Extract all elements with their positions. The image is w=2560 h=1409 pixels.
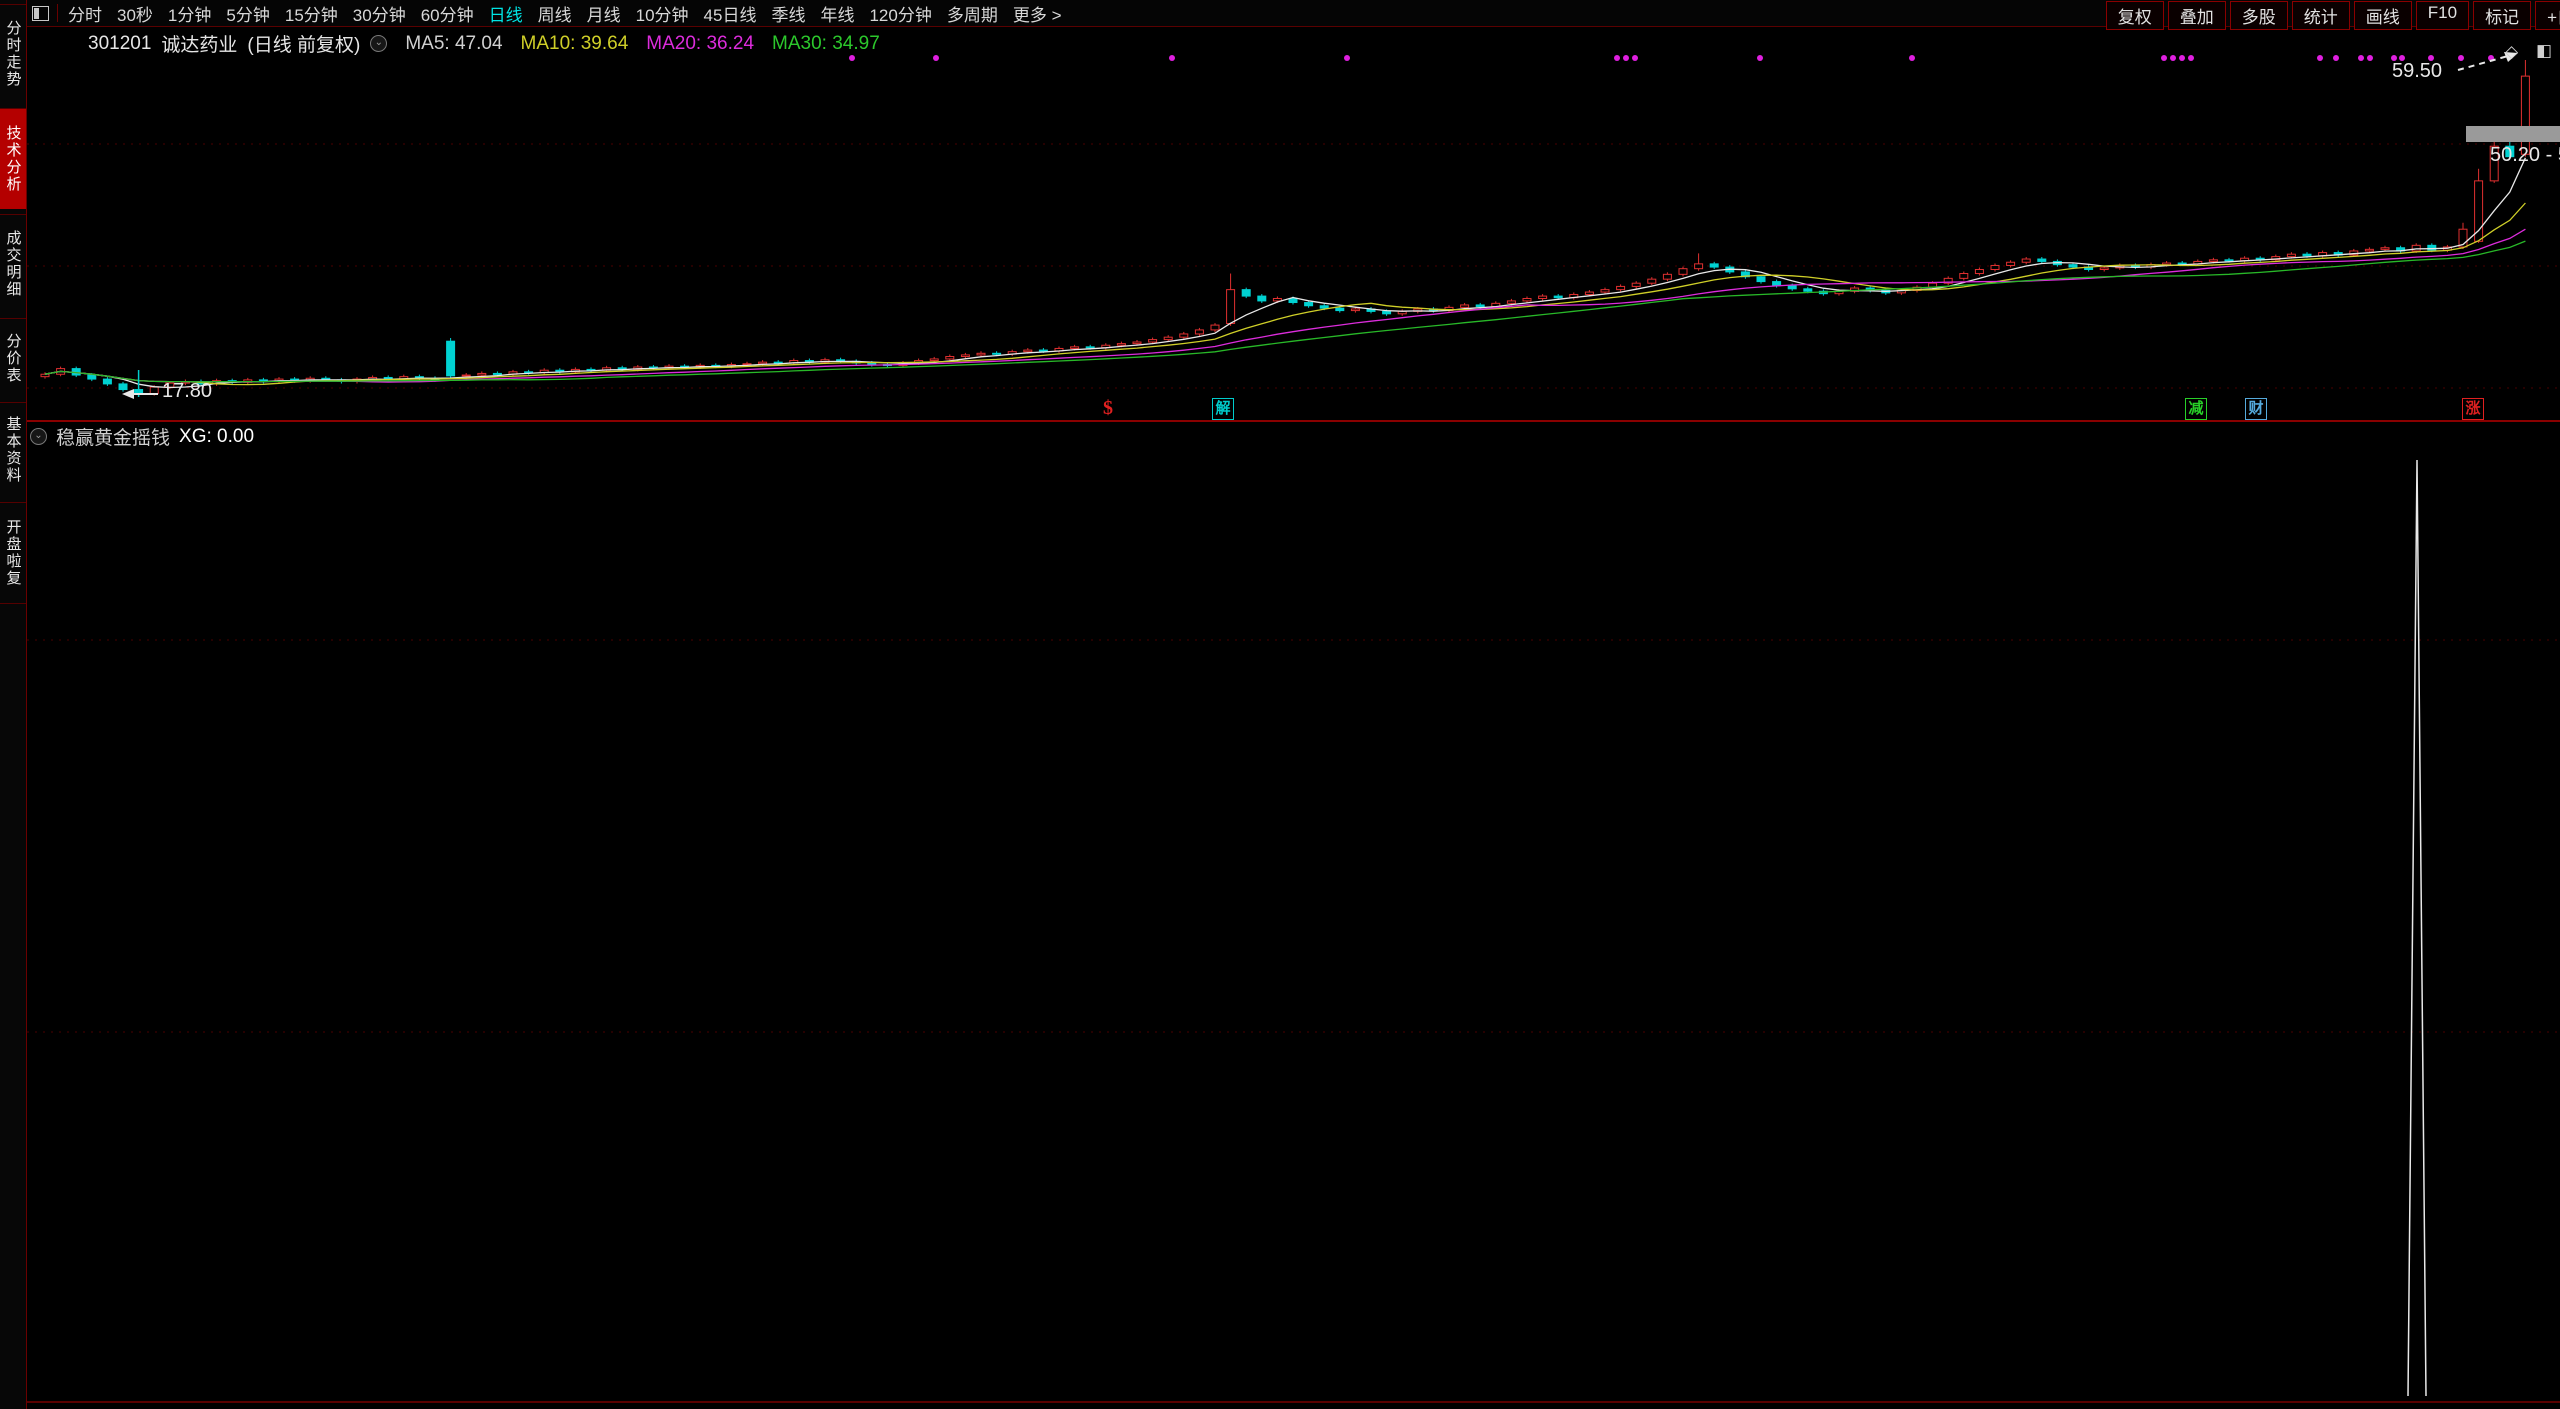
chart-mode: (日线 前复权) bbox=[247, 30, 360, 57]
indicator-label: ⌄ 稳赢黄金摇钱 XG: 0.00 bbox=[30, 423, 254, 450]
sidebar-tab-0[interactable]: 分时走势 bbox=[0, 4, 26, 103]
sidebar-tab-2[interactable]: 成交明细 bbox=[0, 214, 26, 313]
range-price-label: 50.20 - 5 bbox=[2490, 144, 2560, 167]
ma10-label: MA10: 39.64 bbox=[521, 33, 629, 55]
event-badge-2[interactable]: 减 bbox=[2185, 398, 2207, 420]
ma30-label: MA30: 34.97 bbox=[772, 33, 880, 55]
high-price-label: 59.50 bbox=[2392, 60, 2442, 83]
sidebar-tab-5[interactable]: 开盘啦复 bbox=[0, 502, 26, 604]
kline-chart[interactable] bbox=[0, 0, 2560, 1409]
chevron-down-icon[interactable]: ⌄ bbox=[370, 35, 387, 52]
stock-code: 301201 bbox=[88, 33, 151, 55]
half-square-icon[interactable]: ◧ bbox=[2536, 41, 2552, 61]
event-badge-1[interactable]: 解 bbox=[1212, 398, 1234, 420]
price-tag-box bbox=[2466, 126, 2560, 142]
event-badge-4[interactable]: 涨 bbox=[2462, 398, 2484, 420]
event-badge-3[interactable]: 财 bbox=[2245, 398, 2267, 420]
diamond-icon[interactable]: ◇ bbox=[2505, 42, 2518, 62]
ma5-label: MA5: 47.04 bbox=[405, 33, 502, 55]
stock-name: 诚达药业 bbox=[161, 30, 237, 57]
sidebar-tab-3[interactable]: 分价表 bbox=[0, 318, 26, 397]
collapse-chevron-icon[interactable]: ⌄ bbox=[30, 428, 47, 445]
left-sidebar: 分时走势技术分析成交明细分价表基本资料开盘啦复 bbox=[0, 0, 27, 1409]
indicator-name: 稳赢黄金摇钱 bbox=[56, 423, 170, 450]
stock-info-line: 301201 诚达药业 (日线 前复权) ⌄ MA5: 47.04 MA10: … bbox=[88, 30, 880, 57]
ma20-label: MA20: 36.24 bbox=[646, 33, 754, 55]
indicator-value: XG: 0.00 bbox=[179, 426, 254, 448]
sidebar-tab-4[interactable]: 基本资料 bbox=[0, 402, 26, 497]
sidebar-tab-1[interactable]: 技术分析 bbox=[0, 108, 26, 209]
event-badge-0[interactable]: $ bbox=[1100, 398, 1116, 418]
app-window: 分时30秒1分钟5分钟15分钟30分钟60分钟日线周线月线10分钟45日线季线年… bbox=[0, 0, 2560, 1409]
low-price-label: 17.80 bbox=[162, 380, 212, 403]
